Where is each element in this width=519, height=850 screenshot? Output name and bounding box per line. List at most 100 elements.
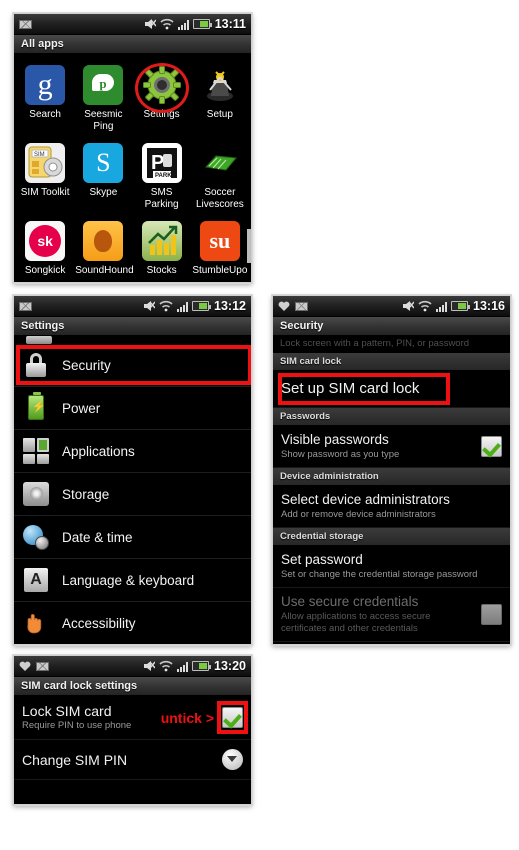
soundhound-icon (83, 221, 124, 261)
status-right-icons: 13:16 (401, 299, 505, 313)
section-header-credential-storage: Credential storage (273, 528, 510, 546)
battery-icon (192, 301, 212, 311)
use-secure-credentials-checkbox (481, 604, 502, 625)
row-visible-passwords[interactable]: Visible passwords Show password as you t… (273, 426, 510, 468)
row-title: Lock SIM card (22, 703, 112, 719)
app-label: Setup (206, 109, 233, 120)
row-title: Select device administrators (281, 492, 450, 507)
page-title: Security (273, 317, 510, 336)
sidebar-item-label: Language & keyboard (62, 572, 195, 588)
sidebar-item-power[interactable]: Power (14, 387, 251, 430)
row-title: Visible passwords (281, 432, 389, 447)
row-subtitle: Add or remove device administrators (281, 509, 436, 520)
row-subtitle: Require PIN to use phone (22, 720, 132, 731)
row-lock-sim-card[interactable]: Lock SIM card Require PIN to use phone u… (14, 696, 251, 740)
wifi-icon (418, 300, 432, 312)
envelope-icon (19, 19, 32, 29)
status-bar: 13:16 (273, 296, 510, 317)
hand-icon (22, 609, 50, 637)
partial-row-above (14, 336, 251, 344)
row-title: Set password (281, 552, 363, 567)
songkick-icon: sk (25, 221, 66, 261)
globe-clock-icon (22, 523, 50, 551)
status-bar: 13:12 (14, 296, 251, 317)
sidebar-item-accessibility[interactable]: Accessibility (14, 602, 251, 644)
scrollbar-thumb[interactable] (247, 229, 251, 263)
seesmic-ping-icon: p (83, 65, 124, 105)
sidebar-item-label: Date & time (62, 529, 133, 545)
soccer-livescores-icon (200, 143, 240, 183)
sidebar-item-label: Accessibility (62, 615, 136, 631)
row-title: Set up SIM card lock (281, 380, 420, 397)
row-set-password[interactable]: Set password Set or change the credentia… (273, 546, 510, 588)
mute-icon (144, 301, 156, 311)
app-label: Seesmic Ping (84, 109, 123, 132)
status-right-icons: 13:20 (142, 659, 246, 673)
app-tile-stumbleupon[interactable]: su StumbleUpo (191, 216, 249, 282)
svg-text:PARK: PARK (155, 173, 172, 179)
row-install-from-sd-card[interactable]: Install from SD card Install encrypted c… (273, 642, 510, 644)
app-label: SMS Parking (144, 187, 179, 210)
envelope-icon (36, 661, 49, 671)
status-clock: 13:20 (214, 659, 246, 673)
phone-screen-security: 13:16 Security Lock screen with a patter… (272, 295, 511, 645)
page-title: SIM card lock settings (14, 677, 251, 696)
heart-icon (278, 301, 290, 311)
sidebar-item-security[interactable]: Security (14, 344, 251, 387)
status-right-icons: 13:12 (142, 299, 246, 313)
phone-screen-all-apps: 13:11 All apps g Search p Seesmic Ping S… (13, 13, 252, 283)
mute-icon (144, 661, 156, 671)
signal-icon (177, 301, 189, 312)
untick-annotation: untick > (160, 709, 214, 726)
app-tile-soccer-livescores[interactable]: Soccer Livescores (191, 138, 249, 216)
section-header-sim-card-lock: SIM card lock (273, 353, 510, 371)
row-change-sim-pin[interactable]: Change SIM PIN (14, 740, 251, 780)
heart-icon (19, 661, 31, 671)
phone-screen-sim-card-lock-settings: 13:20 SIM card lock settings Lock SIM ca… (13, 655, 252, 805)
app-tile-songkick[interactable]: sk Songkick (16, 216, 74, 282)
settings-list: Security Power Applications Storage Date… (14, 336, 251, 644)
security-highlight-box (16, 345, 251, 385)
sidebar-item-storage[interactable]: Storage (14, 473, 251, 516)
padlock-icon (22, 351, 50, 379)
app-label: Skype (89, 187, 118, 198)
app-tile-setup[interactable]: Setup (191, 60, 249, 138)
sidebar-item-language-keyboard[interactable]: A Language & keyboard (14, 559, 251, 602)
row-set-up-sim-card-lock[interactable]: Set up SIM card lock (273, 371, 510, 408)
lock-sim-card-checkbox[interactable] (222, 707, 243, 728)
visible-passwords-checkbox[interactable] (481, 436, 502, 457)
row-title: Use secure credentials (281, 594, 419, 609)
setup-icon (200, 65, 240, 105)
sidebar-item-applications[interactable]: Applications (14, 430, 251, 473)
sidebar-item-label: Storage (62, 486, 110, 502)
app-tile-skype[interactable]: S Skype (74, 138, 132, 216)
app-tile-sms-parking[interactable]: P PARK SMS Parking (133, 138, 191, 216)
status-left-icons (278, 301, 308, 312)
skype-icon: S (83, 143, 124, 183)
row-select-device-administrators[interactable]: Select device administrators Add or remo… (273, 486, 510, 528)
status-left-icons (19, 19, 32, 29)
sidebar-item-date-time[interactable]: Date & time (14, 516, 251, 559)
row-subtitle: Set or change the credential storage pas… (281, 569, 478, 580)
row-use-secure-credentials: Use secure credentials Allow application… (273, 588, 510, 642)
settings-highlight-ring (134, 63, 189, 113)
row-title: Change SIM PIN (22, 751, 128, 768)
sms-parking-icon: P PARK (141, 143, 182, 183)
app-tile-seesmic-ping[interactable]: p Seesmic Ping (74, 60, 132, 138)
app-tile-soundhound[interactable]: SoundHound (74, 216, 134, 282)
battery-icon (451, 301, 471, 311)
app-tile-sim-toolkit[interactable]: SIM SIM Toolkit (16, 138, 74, 216)
envelope-icon (295, 301, 308, 311)
app-label: Songkick (24, 265, 66, 276)
chevron-down-icon[interactable] (222, 749, 243, 770)
app-tile-settings[interactable]: Settings (133, 60, 191, 138)
clipped-subtitle: Lock screen with a pattern, PIN, or pass… (273, 336, 510, 353)
app-tile-stocks[interactable]: Stocks (133, 216, 191, 282)
app-tile-search[interactable]: g Search (16, 60, 74, 138)
sidebar-item-label: Security (62, 357, 111, 373)
svg-text:P: P (151, 152, 164, 174)
sim-toolkit-icon: SIM (25, 143, 66, 183)
status-clock: 13:11 (214, 17, 246, 31)
page-title: All apps (14, 35, 251, 54)
status-bar: 13:11 (14, 14, 251, 35)
